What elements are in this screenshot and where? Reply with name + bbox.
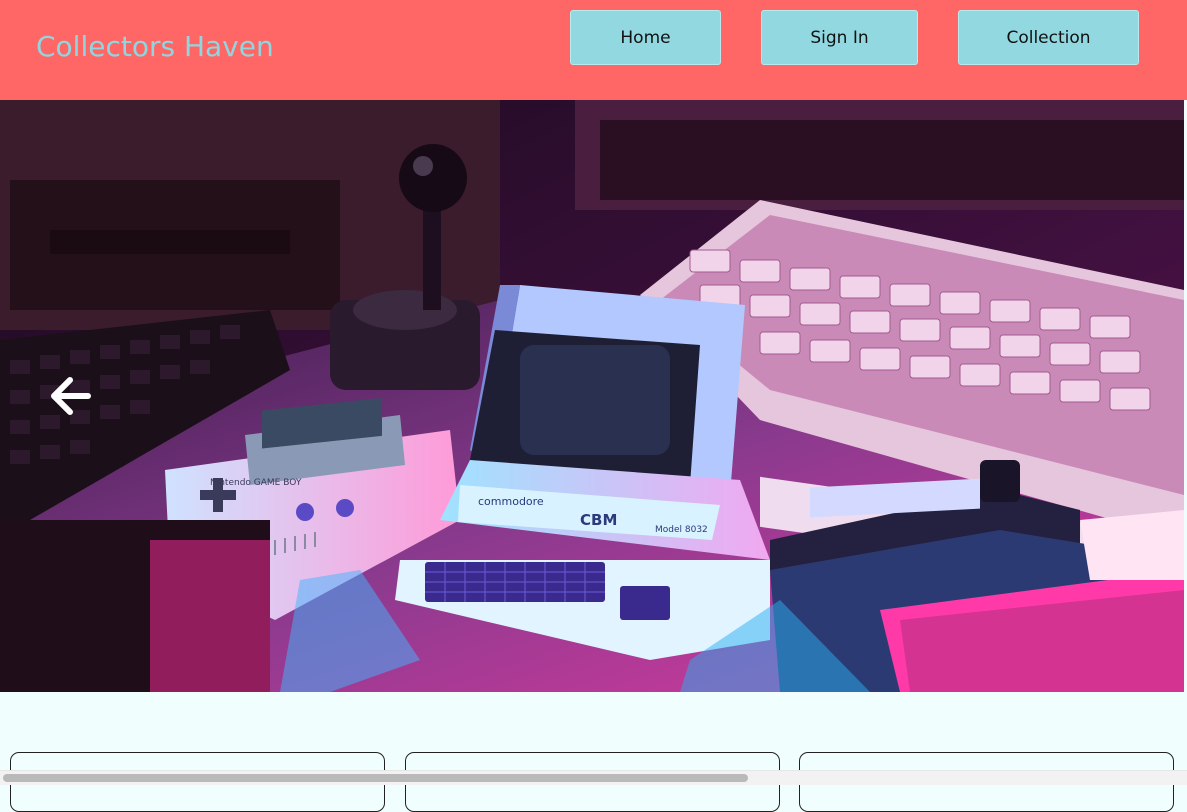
commodore-label: commodore — [478, 495, 544, 508]
collection-button[interactable]: Collection — [958, 10, 1139, 65]
home-button[interactable]: Home — [570, 10, 721, 65]
hero-carousel: Nintendo GAME BOY commodore CBM Model 80… — [0, 100, 1184, 692]
retro-computers-image: Nintendo GAME BOY commodore CBM Model 80… — [0, 100, 1184, 692]
brand-title[interactable]: Collectors Haven — [36, 30, 274, 63]
cbm-label: CBM — [580, 511, 617, 529]
scrollbar-thumb[interactable] — [3, 774, 748, 782]
model-label: Model 8032 — [655, 525, 708, 535]
arrow-left-icon[interactable] — [48, 376, 92, 416]
gameboy-label: Nintendo GAME BOY — [210, 478, 302, 488]
horizontal-scrollbar[interactable] — [0, 770, 1187, 785]
sign-in-button[interactable]: Sign In — [761, 10, 918, 65]
navbar: Collectors Haven Home Sign In Collection — [0, 0, 1187, 100]
